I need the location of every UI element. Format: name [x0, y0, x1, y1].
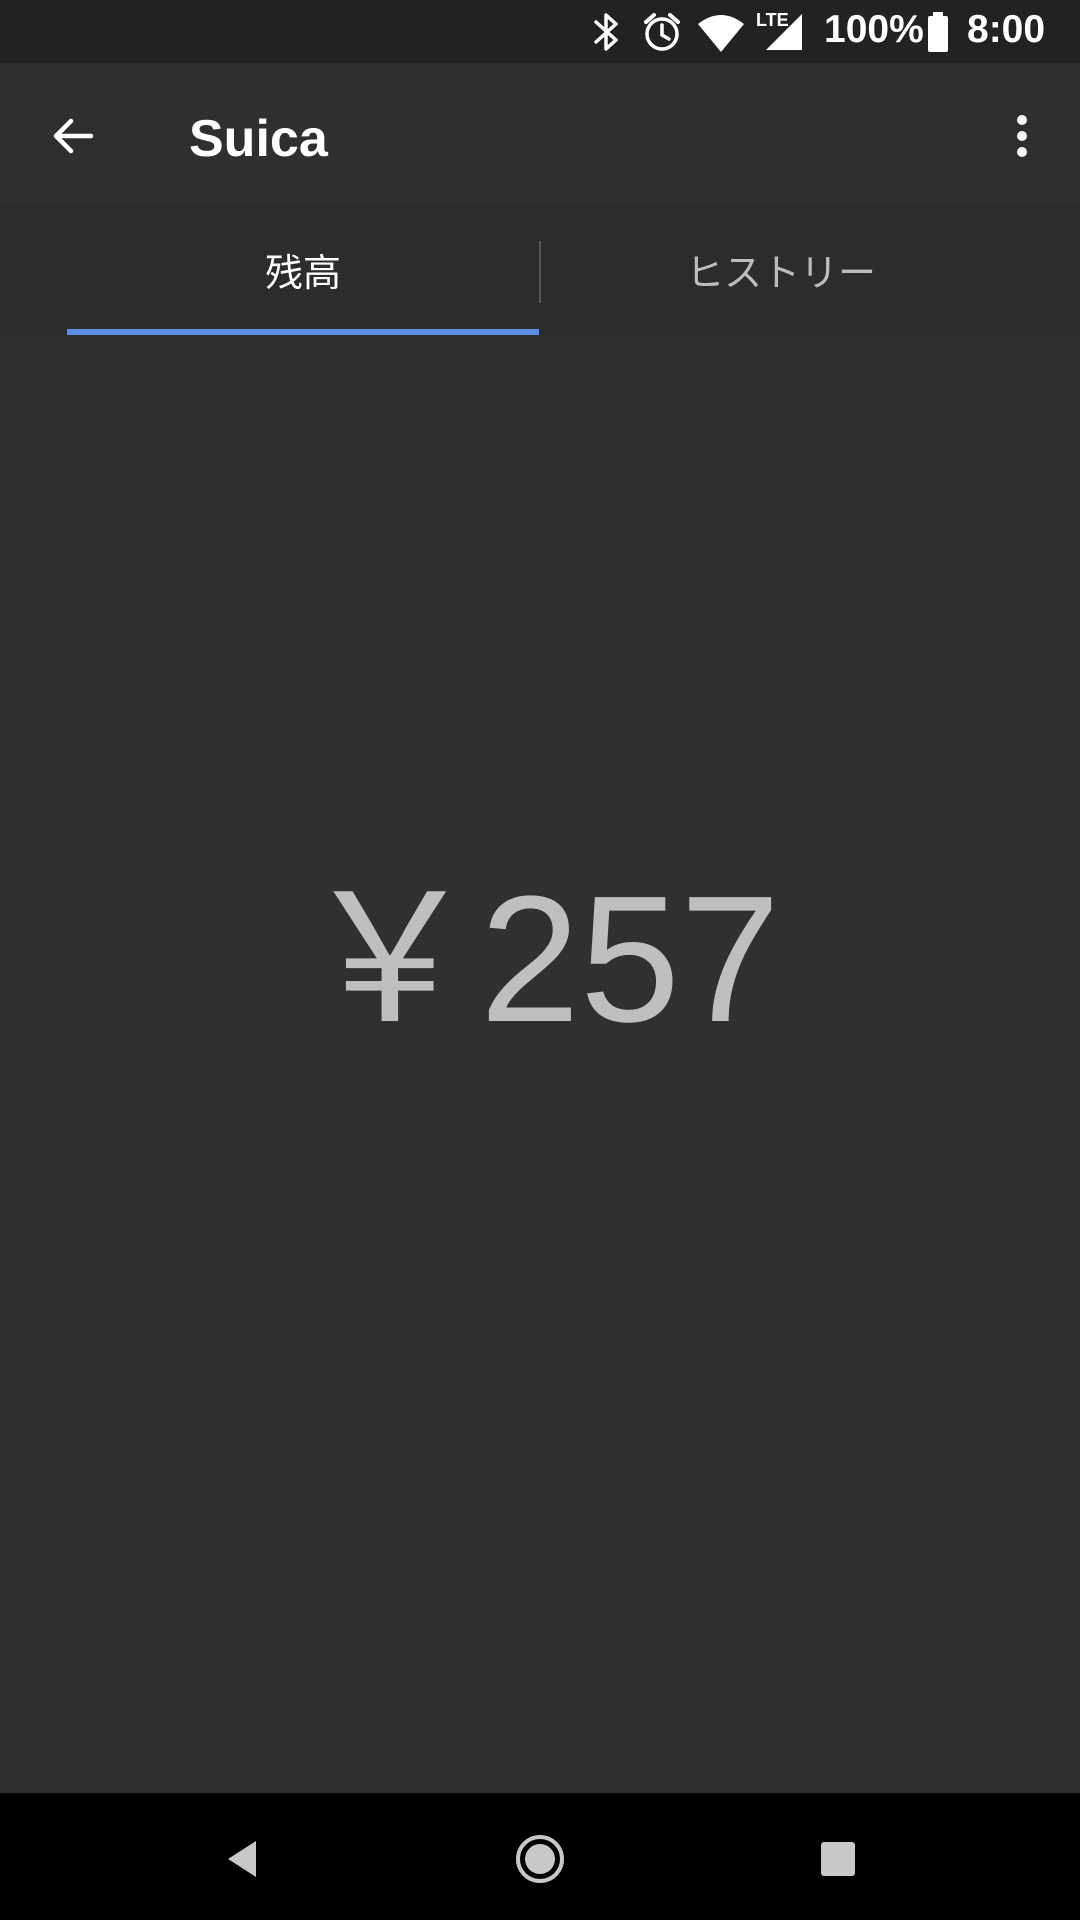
arrow-back-icon — [53, 118, 94, 154]
nav-home-icon — [516, 1835, 564, 1883]
wifi-icon — [698, 15, 744, 52]
nav-back-icon — [228, 1841, 256, 1877]
selected-tab-indicator — [67, 329, 539, 335]
clock: 8:00 — [967, 8, 1046, 51]
back-button[interactable] — [33, 96, 113, 176]
status-bar: LTE 100% 8:00 — [0, 0, 1080, 63]
app-bar: Suica — [0, 63, 1080, 203]
nav-home-button[interactable] — [500, 1819, 580, 1899]
system-nav-bar — [0, 1793, 1080, 1920]
balance-amount: ￥257 — [299, 859, 781, 1060]
suica-balance-screen: LTE 100% 8:00 Suica 残高 ヒストリー ￥257 — [0, 0, 1080, 1920]
bluetooth-icon — [594, 13, 618, 51]
nav-back-button[interactable] — [202, 1819, 282, 1899]
battery-percent: 100% — [824, 8, 924, 51]
tab-balance[interactable]: 残高 — [67, 203, 539, 335]
tab-history[interactable]: ヒストリー — [541, 203, 1021, 335]
nav-recents-button[interactable] — [798, 1819, 878, 1899]
tab-bar: 残高 ヒストリー — [0, 203, 1080, 335]
alarm-icon — [644, 13, 680, 51]
battery-icon — [928, 12, 948, 52]
overflow-menu-button[interactable] — [982, 96, 1062, 176]
lte-signal-icon: LTE — [756, 10, 806, 54]
page-title: Suica — [189, 110, 328, 168]
more-vert-icon — [1017, 115, 1027, 157]
nav-recents-icon — [821, 1842, 855, 1876]
